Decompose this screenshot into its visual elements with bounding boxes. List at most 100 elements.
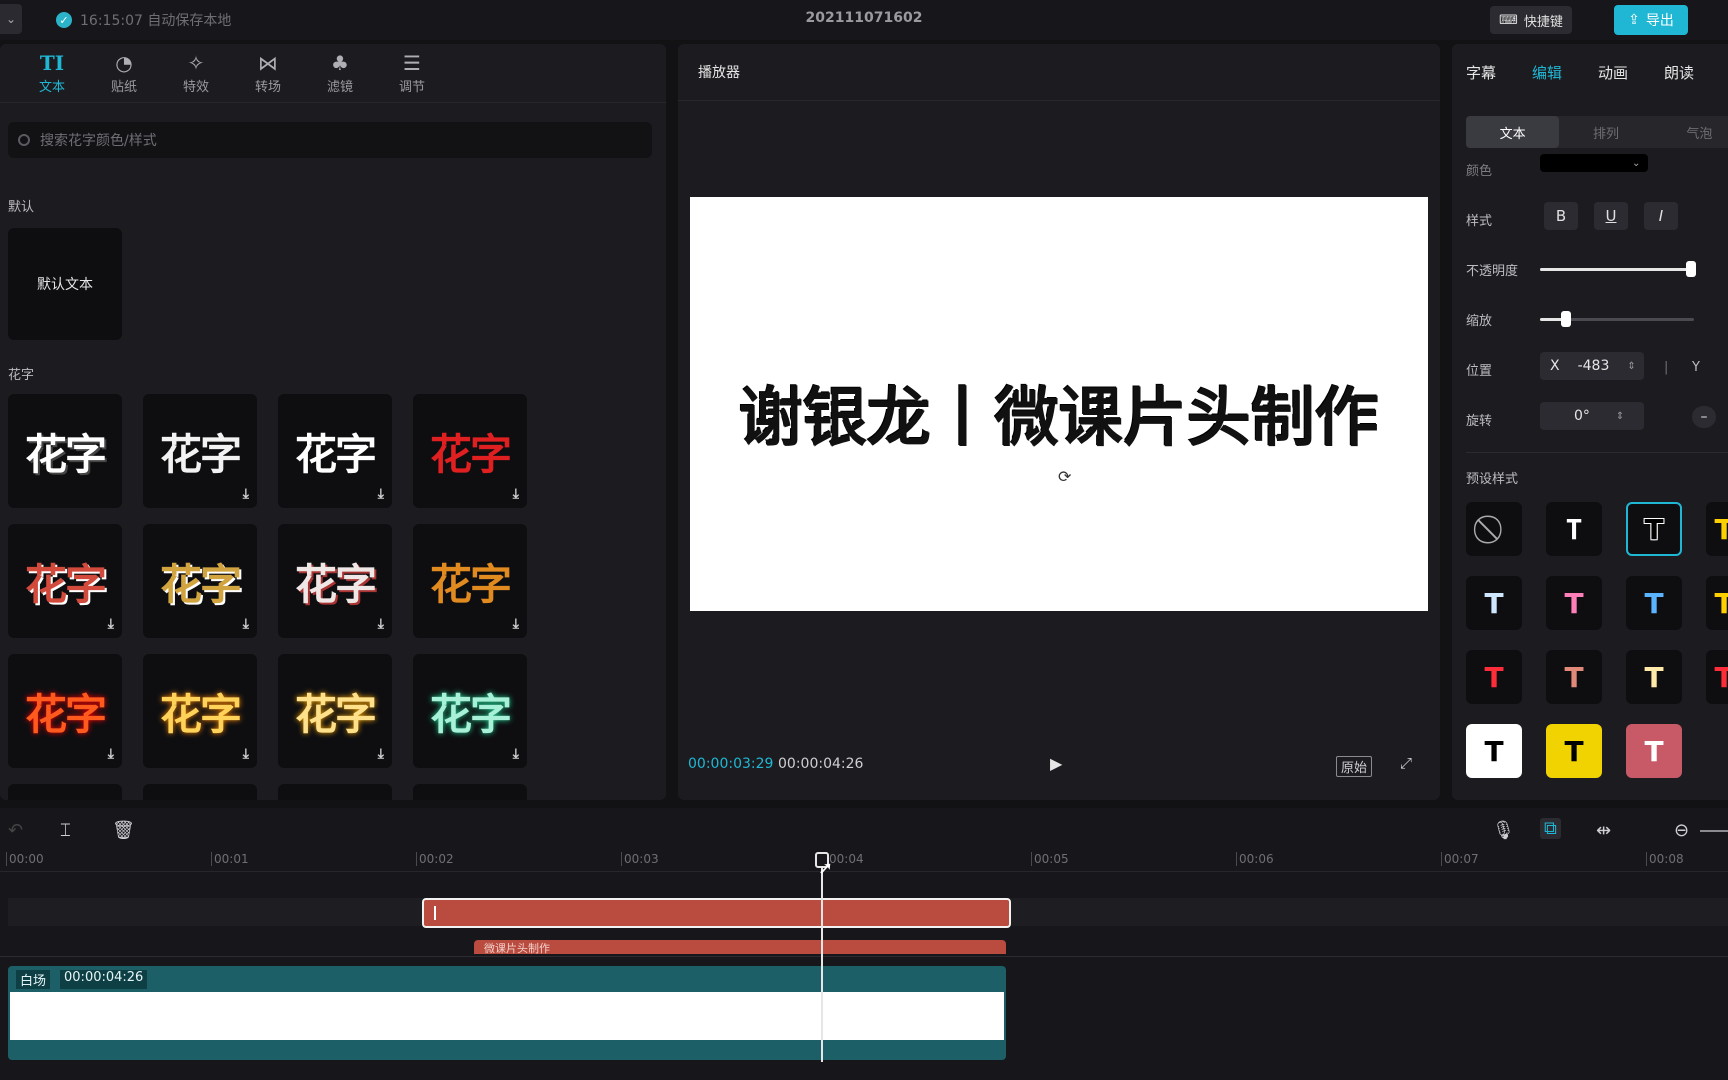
download-icon: ⤓ [107, 746, 114, 762]
default-text-tile[interactable]: 默认文本 [8, 228, 122, 340]
text-clip[interactable]: 微课片头制作 [474, 940, 1006, 954]
scale-slider[interactable] [1540, 311, 1694, 327]
tab-filter-label: 滤镜 [326, 79, 353, 95]
style-label: 样式 [1466, 214, 1493, 229]
check-icon: ✓ [56, 12, 72, 28]
link-icon[interactable]: ⇹ [1596, 820, 1611, 841]
fancy-text-tile[interactable]: 花字 ⤓ [143, 394, 257, 508]
fancy-text-tile[interactable]: 花字 ⤓ [278, 394, 392, 508]
export-button[interactable]: ⇪ 导出 [1614, 5, 1688, 35]
playhead-line [821, 852, 823, 1062]
rotate-field[interactable]: 0° ⇕ [1540, 402, 1644, 430]
tab-adjust[interactable]: ☰ 调节 [376, 44, 448, 100]
position-divider: | [1664, 360, 1669, 375]
preset-style[interactable]: T [1466, 724, 1522, 778]
zoom-slider[interactable] [1700, 830, 1728, 832]
fancy-text-tile[interactable]: 花字 ⤓ [143, 654, 257, 768]
preset-style[interactable]: T [1626, 724, 1682, 778]
chevron-down-icon: ⌄ [1632, 157, 1641, 169]
fancy-text-tile[interactable]: 花字 ⤓ [278, 524, 392, 638]
preset-style[interactable]: T [1546, 650, 1602, 704]
search-placeholder: 搜索花字颜色/样式 [40, 133, 157, 149]
fancy-text-tile[interactable]: 花字 ⤓ [8, 654, 122, 768]
fancy-text-tile[interactable]: 花字 ⤓ [413, 394, 527, 508]
fancy-text-preview: 花字 [159, 689, 242, 739]
preset-style-selected[interactable]: T [1626, 502, 1682, 556]
delete-icon[interactable]: 🗑 [112, 820, 135, 841]
fancy-text-tile[interactable]: 花字 ⤓ [143, 524, 257, 638]
fancy-text-tile[interactable]: 花字 ⤓ [278, 654, 392, 768]
preset-style[interactable]: T [1706, 576, 1728, 630]
ruler-tick: 00:02 [416, 852, 454, 866]
clip-trim-handle[interactable] [434, 906, 436, 920]
download-icon: ⤓ [377, 746, 384, 762]
text-clip-selected[interactable] [422, 898, 1011, 928]
original-ratio-button[interactable]: 原始 [1336, 756, 1373, 777]
opacity-knob[interactable] [1685, 261, 1696, 277]
tab-filter[interactable]: ♣ 滤镜 [304, 44, 376, 100]
search-input[interactable]: 搜索花字颜色/样式 [8, 122, 652, 158]
preset-style[interactable]: T [1706, 502, 1728, 556]
ruler-tick: 00:00 [6, 852, 44, 866]
preset-style[interactable]: T [1466, 576, 1522, 630]
zoom-out-icon[interactable]: ⊖ [1674, 820, 1689, 841]
subtab-text[interactable]: 文本 [1466, 116, 1560, 148]
subtab-bubble[interactable]: 气泡 [1653, 116, 1728, 148]
tab-text[interactable]: TI 文本 [16, 44, 88, 100]
tab-effects[interactable]: ✧ 特效 [160, 44, 232, 100]
fancy-text-preview: 花字 [429, 429, 512, 479]
download-icon: ⤓ [107, 616, 114, 632]
main-clip-duration: 00:00:04:26 [60, 970, 148, 989]
fancy-text-tile[interactable]: 花字 [8, 394, 122, 508]
preset-style[interactable]: T [1546, 724, 1602, 778]
fullscreen-icon[interactable]: ⤢ [1400, 754, 1412, 772]
fancy-text-tile[interactable]: 花字 ⤓ [8, 524, 122, 638]
microphone-icon[interactable]: 🎙 [1492, 820, 1515, 841]
fancy-text-preview: 花字 [294, 429, 377, 479]
preview-canvas[interactable]: 谢银龙丨微课片头制作 ⟳ [690, 197, 1428, 611]
tab-edit[interactable]: 编辑 [1532, 62, 1598, 83]
player-title: 播放器 [698, 65, 740, 81]
menu-dropdown-button[interactable]: ⌄ [0, 4, 22, 34]
preset-style[interactable]: T [1626, 650, 1682, 704]
preset-none[interactable]: ⃠ [1466, 502, 1522, 556]
preset-style[interactable]: T [1626, 576, 1682, 630]
scale-knob[interactable] [1561, 311, 1572, 327]
material-panel: TI 文本 ◔ 贴纸 ✧ 特效 ⋈ 转场 ♣ 滤镜 ☰ 调节 搜索花字颜色/样式 默认 默认… [0, 44, 666, 800]
tab-subtitle[interactable]: 字幕 [1466, 62, 1532, 83]
tab-read-aloud[interactable]: 朗读 [1664, 62, 1728, 83]
split-icon[interactable]: ⌶ [60, 820, 71, 841]
preset-style[interactable]: T [1706, 650, 1728, 704]
subtab-arrange[interactable]: 排列 [1559, 116, 1652, 148]
preset-style[interactable]: T [1546, 502, 1602, 556]
cursor-icon: ➚ [818, 858, 834, 879]
tab-animation[interactable]: 动画 [1598, 62, 1664, 83]
fancy-text-tile[interactable]: 花字 ⤓ [413, 654, 527, 768]
snap-icon[interactable]: ⧉ [1540, 818, 1561, 839]
tab-transition[interactable]: ⋈ 转场 [232, 44, 304, 100]
position-x-field[interactable]: X -483 ⇕ [1540, 352, 1644, 380]
fancy-text-tile[interactable] [8, 784, 122, 800]
fancy-text-tile[interactable] [143, 784, 257, 800]
main-video-clip[interactable]: 白场 00:00:04:26 [8, 966, 1006, 1060]
canvas-text[interactable]: 谢银龙丨微课片头制作 [690, 367, 1428, 459]
play-button[interactable]: ▶ [1050, 754, 1062, 773]
color-picker[interactable]: ⌄ [1540, 154, 1648, 172]
opacity-slider[interactable] [1540, 261, 1696, 277]
preset-style[interactable]: T [1546, 576, 1602, 630]
bold-button[interactable]: B [1544, 202, 1578, 230]
underline-button[interactable]: U [1594, 202, 1628, 230]
shortcut-button[interactable]: ⌨ 快捷键 [1490, 6, 1572, 34]
fancy-text-tile[interactable]: 花字 ⤓ [413, 524, 527, 638]
fancy-text-tile[interactable] [413, 784, 527, 800]
search-icon [18, 134, 30, 146]
preset-style[interactable]: T [1466, 650, 1522, 704]
italic-button[interactable]: I [1644, 202, 1678, 230]
rotate-handle-icon[interactable]: ⟳ [1058, 467, 1071, 486]
player-divider [678, 100, 1440, 101]
fancy-text-tile[interactable] [278, 784, 392, 800]
effects-icon: ✧ [187, 50, 205, 75]
rotate-reset-button[interactable]: – [1692, 406, 1716, 428]
tab-sticker[interactable]: ◔ 贴纸 [88, 44, 160, 100]
undo-icon[interactable]: ↶ [8, 820, 23, 841]
